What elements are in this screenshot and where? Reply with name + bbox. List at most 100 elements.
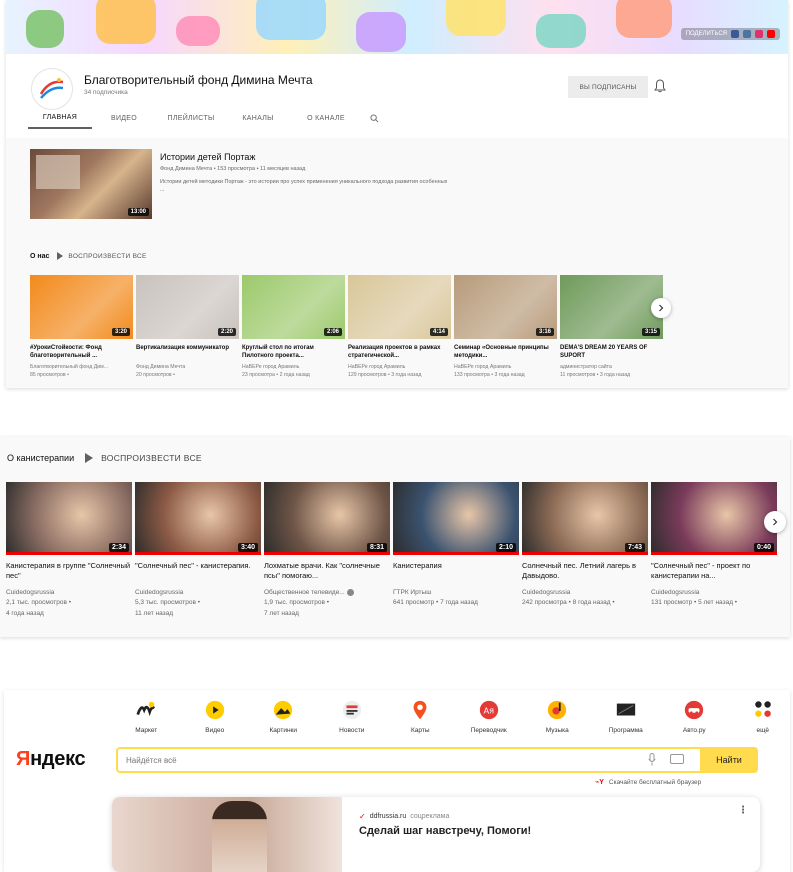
- next-arrow-button[interactable]: [651, 298, 671, 318]
- ad-card[interactable]: ✓ ddfrussia.ru соцреклама Сделай шаг нав…: [112, 797, 760, 872]
- ad-title[interactable]: Сделай шаг навстречу, Помоги!: [359, 825, 531, 837]
- video-title[interactable]: "Солнечный пес" - проект по канистерапии…: [651, 561, 777, 583]
- search-input[interactable]: [126, 752, 626, 768]
- service-auto[interactable]: Авто.ру: [660, 698, 729, 734]
- tab-home[interactable]: ГЛАВНАЯ: [28, 114, 92, 129]
- services-bar: Маркет Видео Картинки Новости Карты A Я Перевод…: [112, 698, 790, 734]
- channel-name: Благотворительный фонд Димина Мечта: [84, 73, 313, 87]
- watch-progress-bar: [393, 552, 519, 555]
- video-channel[interactable]: Cuidedogsrussia: [651, 589, 699, 596]
- video-thumbnail[interactable]: 4:14: [348, 275, 451, 339]
- service-music[interactable]: Музыка: [523, 698, 592, 734]
- video-meta: Благотворительный фонд Дим... 85 просмотр…: [30, 364, 133, 380]
- vk-icon[interactable]: [743, 30, 751, 38]
- browser-promo[interactable]: ⌁Y Скачайте бесплатный браузер: [595, 778, 701, 787]
- video-title[interactable]: Канистерапия: [393, 561, 519, 583]
- next-arrow-button[interactable]: [764, 511, 786, 533]
- service-video[interactable]: Видео: [181, 698, 250, 734]
- video-title[interactable]: Солнечный пес. Летний лагерь в Давыдово.: [522, 561, 648, 583]
- video-card[interactable]: 8:31 Лохматые врачи. Как "солнечные псы" …: [264, 482, 390, 619]
- play-all-button[interactable]: ВОСПРОИЗВЕСТИ ВСЕ: [85, 453, 202, 463]
- service-tv-program[interactable]: Программа: [592, 698, 661, 734]
- video-channel[interactable]: Cuidedogsrussia: [135, 589, 183, 596]
- service-maps[interactable]: Карты: [386, 698, 455, 734]
- microphone-icon[interactable]: [648, 753, 656, 766]
- video-card[interactable]: 0:40 "Солнечный пес" - проект по канистер…: [651, 482, 777, 619]
- video-channel[interactable]: администратор сайта: [560, 364, 663, 372]
- video-channel[interactable]: Благотворительный фонд Дим...: [30, 364, 133, 372]
- video-title[interactable]: Реализация проектов в рамках стратегичес…: [348, 344, 451, 361]
- video-title[interactable]: DEMA'S DREAM 20 YEARS OF SUPORT: [560, 344, 663, 361]
- video-channel[interactable]: НаВЕРе город Арамиль: [348, 364, 451, 372]
- channel-search-icon[interactable]: [370, 114, 379, 123]
- keyboard-icon[interactable]: [670, 754, 684, 764]
- featured-video-thumbnail[interactable]: 13:00: [30, 149, 152, 219]
- video-channel[interactable]: Общественное телевиде...: [264, 589, 345, 596]
- video-thumbnail[interactable]: 7:43: [522, 482, 648, 555]
- video-title[interactable]: Канистерапия в группе "Солнечный пес": [6, 561, 132, 583]
- video-card[interactable]: 2:06 Круглый стол по итогам Пилотного про…: [242, 275, 345, 380]
- video-title[interactable]: Семинар «Основные принципы методики...: [454, 344, 557, 361]
- facebook-icon[interactable]: [731, 30, 739, 38]
- service-market[interactable]: Маркет: [112, 698, 181, 734]
- video-thumbnail[interactable]: 2:34: [6, 482, 132, 555]
- tab-playlists[interactable]: ПЛЕЙЛИСТЫ: [156, 115, 226, 128]
- video-title[interactable]: Вертикализация коммуникатор: [136, 344, 239, 361]
- video-channel[interactable]: Cuidedogsrussia: [522, 589, 570, 596]
- video-thumbnail[interactable]: 3:40: [135, 482, 261, 555]
- video-channel-row: Cuidedogsrussia: [135, 588, 261, 598]
- video-thumbnail[interactable]: 3:16: [454, 275, 557, 339]
- video-channel[interactable]: НаВЕРе город Арамиль: [454, 364, 557, 372]
- video-channel[interactable]: Фонд Димина Мечта: [136, 364, 239, 372]
- video-channel[interactable]: ГТРК Иртыш: [393, 589, 431, 596]
- video-title[interactable]: #УрокиСтойкости: Фонд благотворительный …: [30, 344, 133, 361]
- shelf-title[interactable]: О нас: [30, 253, 49, 260]
- video-thumbnail[interactable]: 2:20: [136, 275, 239, 339]
- youtube-icon[interactable]: [767, 30, 775, 38]
- video-duration: 3:20: [111, 328, 130, 336]
- banner-links[interactable]: ПОДЕЛИТЬСЯ: [680, 28, 780, 40]
- market-icon: [134, 698, 158, 722]
- video-card[interactable]: 2:34 Канистерапия в группе "Солнечный пес…: [6, 482, 132, 619]
- video-title[interactable]: "Солнечный пес" - канистерапия.: [135, 561, 261, 583]
- search-button[interactable]: Найти: [700, 747, 758, 773]
- video-card[interactable]: 7:43 Солнечный пес. Летний лагерь в Давыд…: [522, 482, 648, 619]
- more-options-icon[interactable]: ⋮: [738, 805, 748, 816]
- video-channel[interactable]: Cuidedogsrussia: [6, 589, 54, 596]
- video-card[interactable]: 2:20 Вертикализация коммуникатор Фонд Дими…: [136, 275, 239, 380]
- video-thumbnail[interactable]: 3:20: [30, 275, 133, 339]
- subscribed-button[interactable]: ВЫ ПОДПИСАНЫ: [568, 76, 648, 98]
- tab-about[interactable]: О КАНАЛЕ: [290, 115, 362, 128]
- video-card[interactable]: 2:10 Канистерапия ГТРК Иртыш 641 просмотр •…: [393, 482, 519, 619]
- video-thumbnail[interactable]: 3:15: [560, 275, 663, 339]
- ad-domain[interactable]: ddfrussia.ru: [370, 813, 407, 820]
- video-thumbnail[interactable]: 2:06: [242, 275, 345, 339]
- video-card[interactable]: 3:40 "Солнечный пес" - канистерапия. Cuide…: [135, 482, 261, 619]
- video-card[interactable]: 3:16 Семинар «Основные принципы методики.…: [454, 275, 557, 380]
- video-thumbnail[interactable]: 0:40: [651, 482, 777, 555]
- yandex-logo[interactable]: Яндекс: [16, 748, 86, 771]
- video-card[interactable]: 4:14 Реализация проектов в рамках стратег…: [348, 275, 451, 380]
- tab-videos[interactable]: ВИДЕО: [92, 115, 156, 128]
- video-thumbnail[interactable]: 8:31: [264, 482, 390, 555]
- channel-avatar[interactable]: [31, 68, 73, 110]
- service-more[interactable]: ещё: [729, 698, 791, 734]
- service-translate[interactable]: A Я Переводчик: [455, 698, 524, 734]
- shelf-title[interactable]: О канистерапии: [7, 453, 74, 463]
- video-card[interactable]: 3:20 #УрокиСтойкости: Фонд благотворитель…: [30, 275, 133, 380]
- video-title[interactable]: Круглый стол по итогам Пилотного проекта…: [242, 344, 345, 361]
- video-meta: Cuidedogsrussia 2,1 тыс. просмотров • 4 го…: [6, 588, 132, 619]
- video-thumbnail[interactable]: 2:10: [393, 482, 519, 555]
- service-news[interactable]: Новости: [318, 698, 387, 734]
- instagram-icon[interactable]: [755, 30, 763, 38]
- play-all-button[interactable]: ВОСПРОИЗВЕСТИ ВСЕ: [57, 252, 146, 260]
- watch-progress-bar: [135, 552, 261, 555]
- video-channel[interactable]: НаВЕРе город Арамиль: [242, 364, 345, 372]
- bell-icon[interactable]: [654, 79, 666, 93]
- tab-channels[interactable]: КАНАЛЫ: [226, 115, 290, 128]
- video-card[interactable]: 3:15 DEMA'S DREAM 20 YEARS OF SUPORT админ…: [560, 275, 663, 380]
- featured-video-title[interactable]: Истории детей Портаж: [160, 152, 255, 162]
- video-meta: НаВЕРе город Арамиль 133 просмотра • 3 го…: [454, 364, 557, 380]
- video-title[interactable]: Лохматые врачи. Как "солнечные псы" помо…: [264, 561, 390, 583]
- service-images[interactable]: Картинки: [249, 698, 318, 734]
